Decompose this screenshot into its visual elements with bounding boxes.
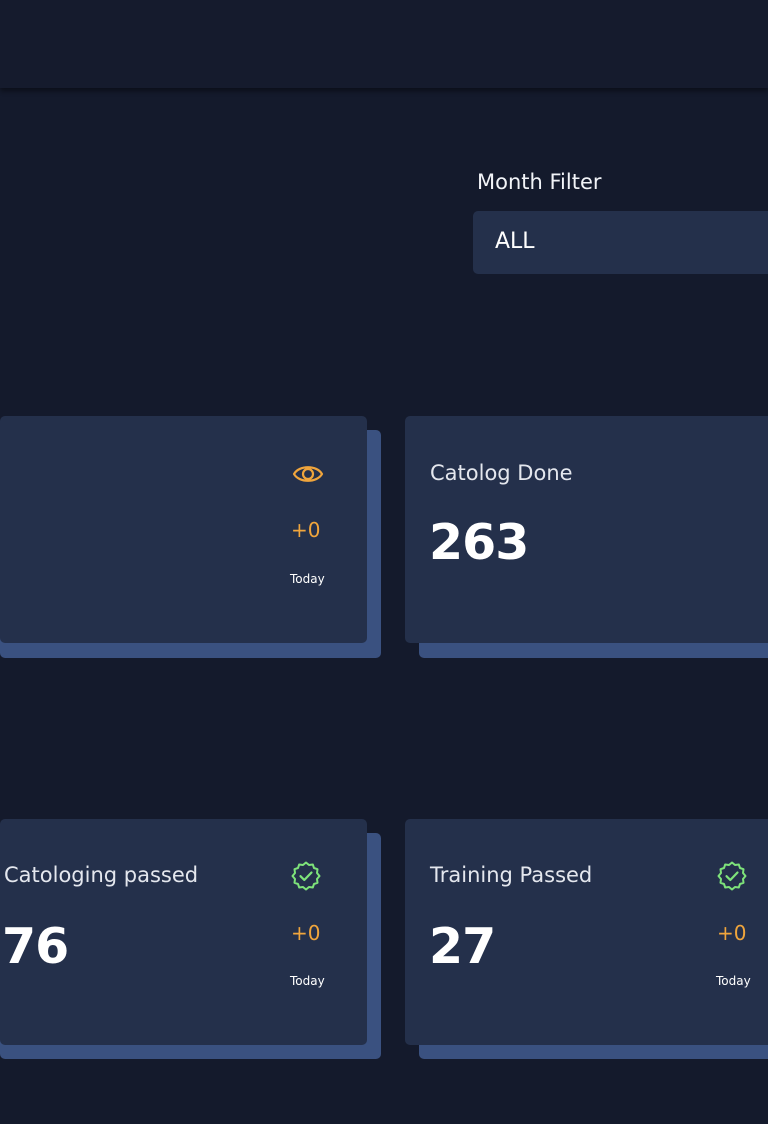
top-bar <box>0 0 768 88</box>
verified-badge-icon <box>291 861 321 891</box>
card-delta: +0 <box>717 921 747 945</box>
month-filter-label: Month Filter <box>477 170 602 194</box>
card-value: 27 <box>429 918 496 975</box>
month-filter-select[interactable]: ALL <box>473 211 768 274</box>
card-period: Today <box>290 572 325 586</box>
card-title: Catologing passed <box>4 863 199 887</box>
card-title: Training Passed <box>430 863 593 887</box>
verified-badge-icon <box>717 861 747 891</box>
card-delta: +0 <box>291 921 321 945</box>
card-value: 263 <box>429 514 529 571</box>
card-period: Today <box>716 974 751 988</box>
stat-card-views[interactable]: +0 Today <box>0 416 367 643</box>
dashboard-page: Month Filter ALL +0 Today Catolog Done 2… <box>0 0 768 1124</box>
card-period: Today <box>290 974 325 988</box>
card-value: 76 <box>2 918 69 975</box>
stat-card-cataloging-passed[interactable]: Catologing passed 76 +0 Today <box>0 819 367 1045</box>
card-title: Catolog Done <box>430 461 573 485</box>
stat-card-training-passed[interactable]: Training Passed 27 +0 Today <box>405 819 768 1045</box>
stat-card-catolog-done[interactable]: Catolog Done 263 <box>405 416 768 643</box>
card-delta: +0 <box>291 518 321 542</box>
month-filter-value: ALL <box>495 229 535 254</box>
eye-icon <box>292 466 324 482</box>
